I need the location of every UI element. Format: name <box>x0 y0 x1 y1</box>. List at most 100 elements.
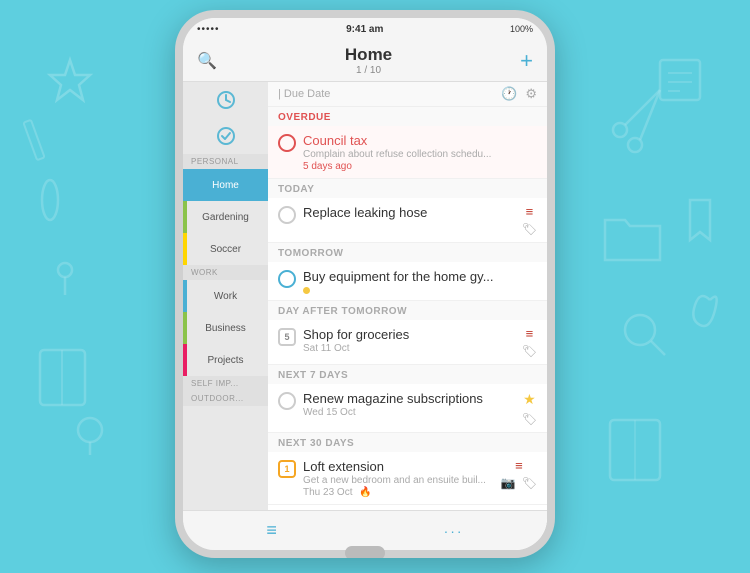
personal-section-label: PERSONAL <box>183 154 268 169</box>
loft-action-icons: 📷 🏷 <box>501 476 537 490</box>
task-equipment[interactable]: Buy equipment for the home gy... <box>268 262 547 301</box>
self-section-label: SELF IMP... <box>183 376 268 391</box>
tab-bar: ≡ ··· <box>183 510 547 550</box>
outdoor-section-label: OUTDOOR... <box>183 391 268 406</box>
tag-icon-hose[interactable]: 🏷 <box>522 222 537 236</box>
sidebar-soccer-label: Soccer <box>191 244 260 255</box>
task-council-tax[interactable]: Council tax Complain about refuse collec… <box>268 126 547 179</box>
battery-label: 100% <box>510 24 533 34</box>
sidebar-gardening-label: Gardening <box>191 212 260 223</box>
hamburger-icon-loft[interactable]: ≡ <box>515 459 523 472</box>
sort-bar: | Due Date 🕐 ⚙ <box>268 82 547 107</box>
hamburger-icon-groceries[interactable]: ≡ <box>526 327 534 340</box>
sidebar-clock-icon[interactable] <box>183 82 268 118</box>
add-button[interactable]: + <box>520 48 533 74</box>
task-body-groceries: Shop for groceries Sat 11 Oct <box>303 327 515 354</box>
projects-bar <box>183 344 187 376</box>
gardening-bar <box>183 201 187 233</box>
task-title-equipment: Buy equipment for the home gy... <box>303 269 537 284</box>
task-meta-groceries: Sat 11 Oct <box>303 343 515 354</box>
task-hose[interactable]: Replace leaking hose ≡ 🏷 <box>268 198 547 243</box>
today-header: TODAY <box>268 179 547 198</box>
task-actions-loft: ≡ 📷 🏷 <box>501 459 537 490</box>
task-actions-magazine: ★ 🏷 <box>522 391 537 426</box>
tag-icon-groceries[interactable]: 🏷 <box>522 344 537 358</box>
sort-label: | Due Date <box>278 88 330 100</box>
sidebar-item-soccer[interactable]: Soccer <box>183 233 268 265</box>
nav-title-block: Home 1 / 10 <box>345 45 392 76</box>
tomorrow-header: TOMORROW <box>268 243 547 262</box>
task-circle-magazine[interactable] <box>278 392 296 410</box>
task-magazine[interactable]: Renew magazine subscriptions Wed 15 Oct … <box>268 384 547 433</box>
tag-icon-loft[interactable]: 🏷 <box>522 476 537 490</box>
task-circle-hose[interactable] <box>278 206 296 224</box>
task-body-magazine: Renew magazine subscriptions Wed 15 Oct <box>303 391 515 418</box>
task-meta-loft: Thu 23 Oct 🔥 <box>303 487 494 498</box>
sidebar-item-projects[interactable]: Projects <box>183 344 268 376</box>
task-circle-equipment[interactable] <box>278 270 296 288</box>
task-meta-council: 5 days ago <box>303 161 537 172</box>
list-tab-icon[interactable]: ≡ <box>266 520 277 541</box>
task-title-magazine: Renew magazine subscriptions <box>303 391 515 406</box>
next7-header: NEXT 7 DAYS <box>268 365 547 384</box>
overdue-header: OVERDUE <box>268 107 547 126</box>
hamburger-icon-hose[interactable]: ≡ <box>526 205 534 218</box>
nav-bar: 🔍 Home 1 / 10 + <box>183 40 547 82</box>
sidebar: PERSONAL Home Gardening Soccer WORK <box>183 82 268 550</box>
task-body-equipment: Buy equipment for the home gy... <box>303 269 537 294</box>
tag-icon-magazine[interactable]: 🏷 <box>522 412 537 426</box>
home-bar <box>183 169 187 201</box>
task-body-hose: Replace leaking hose <box>303 205 515 220</box>
phone-frame: ••••• 9:41 am 100% 🔍 Home 1 / 10 + <box>175 10 555 558</box>
task-subtitle-council: Complain about refuse collection schedu.… <box>303 149 537 160</box>
work-bar <box>183 280 187 312</box>
sidebar-home-label: Home <box>191 180 260 191</box>
task-num-groceries[interactable]: 5 <box>278 328 296 346</box>
task-body-loft: Loft extension Get a new bedroom and an … <box>303 459 494 498</box>
star-icon-magazine[interactable]: ★ <box>523 391 536 408</box>
sidebar-item-gardening[interactable]: Gardening <box>183 201 268 233</box>
camera-icon-loft[interactable]: 📷 <box>501 476 516 490</box>
status-right: 100% <box>510 24 533 34</box>
task-meta-magazine: Wed 15 Oct <box>303 407 515 418</box>
task-dot-equipment <box>303 287 310 294</box>
gear-sort-icon[interactable]: ⚙ <box>525 86 537 102</box>
dat-header: DAY AFTER TOMORROW <box>268 301 547 320</box>
sidebar-check-icon[interactable] <box>183 118 268 154</box>
status-time: 9:41 am <box>346 24 383 35</box>
nav-subtitle: 1 / 10 <box>356 65 381 76</box>
task-title-loft: Loft extension <box>303 459 494 474</box>
sidebar-work-label: Work <box>191 291 260 302</box>
nav-title: Home <box>345 45 392 65</box>
main-content[interactable]: | Due Date 🕐 ⚙ OVERDUE Council tax Compl… <box>268 82 547 550</box>
task-title-council: Council tax <box>303 133 537 148</box>
home-button[interactable] <box>345 546 385 558</box>
sidebar-item-home[interactable]: Home <box>183 169 268 201</box>
task-actions-hose: ≡ 🏷 <box>522 205 537 236</box>
task-subtitle-loft: Get a new bedroom and an ensuite buil... <box>303 475 494 486</box>
clock-sort-icon[interactable]: 🕐 <box>501 86 517 102</box>
soccer-bar <box>183 233 187 265</box>
task-body-council: Council tax Complain about refuse collec… <box>303 133 537 172</box>
task-circle-overdue[interactable] <box>278 134 296 152</box>
task-title-groceries: Shop for groceries <box>303 327 515 342</box>
signal-dots: ••••• <box>197 24 220 35</box>
sort-icons: 🕐 ⚙ <box>501 86 537 102</box>
dots-tab-icon[interactable]: ··· <box>444 523 464 539</box>
sidebar-item-work[interactable]: Work <box>183 280 268 312</box>
next30-header: NEXT 30 DAYS <box>268 433 547 452</box>
task-title-hose: Replace leaking hose <box>303 205 515 220</box>
work-section-label: WORK <box>183 265 268 280</box>
sidebar-icon-row <box>183 82 268 154</box>
status-bar: ••••• 9:41 am 100% <box>183 18 547 40</box>
search-icon[interactable]: 🔍 <box>197 51 217 71</box>
sidebar-business-label: Business <box>191 323 260 334</box>
task-loft[interactable]: 1 Loft extension Get a new bedroom and a… <box>268 452 547 505</box>
sidebar-projects-label: Projects <box>191 355 260 366</box>
business-bar <box>183 312 187 344</box>
app-content: PERSONAL Home Gardening Soccer WORK <box>183 82 547 550</box>
phone-inner: ••••• 9:41 am 100% 🔍 Home 1 / 10 + <box>183 18 547 550</box>
sidebar-item-business[interactable]: Business <box>183 312 268 344</box>
task-groceries[interactable]: 5 Shop for groceries Sat 11 Oct ≡ 🏷 <box>268 320 547 365</box>
task-num-loft[interactable]: 1 <box>278 460 296 478</box>
